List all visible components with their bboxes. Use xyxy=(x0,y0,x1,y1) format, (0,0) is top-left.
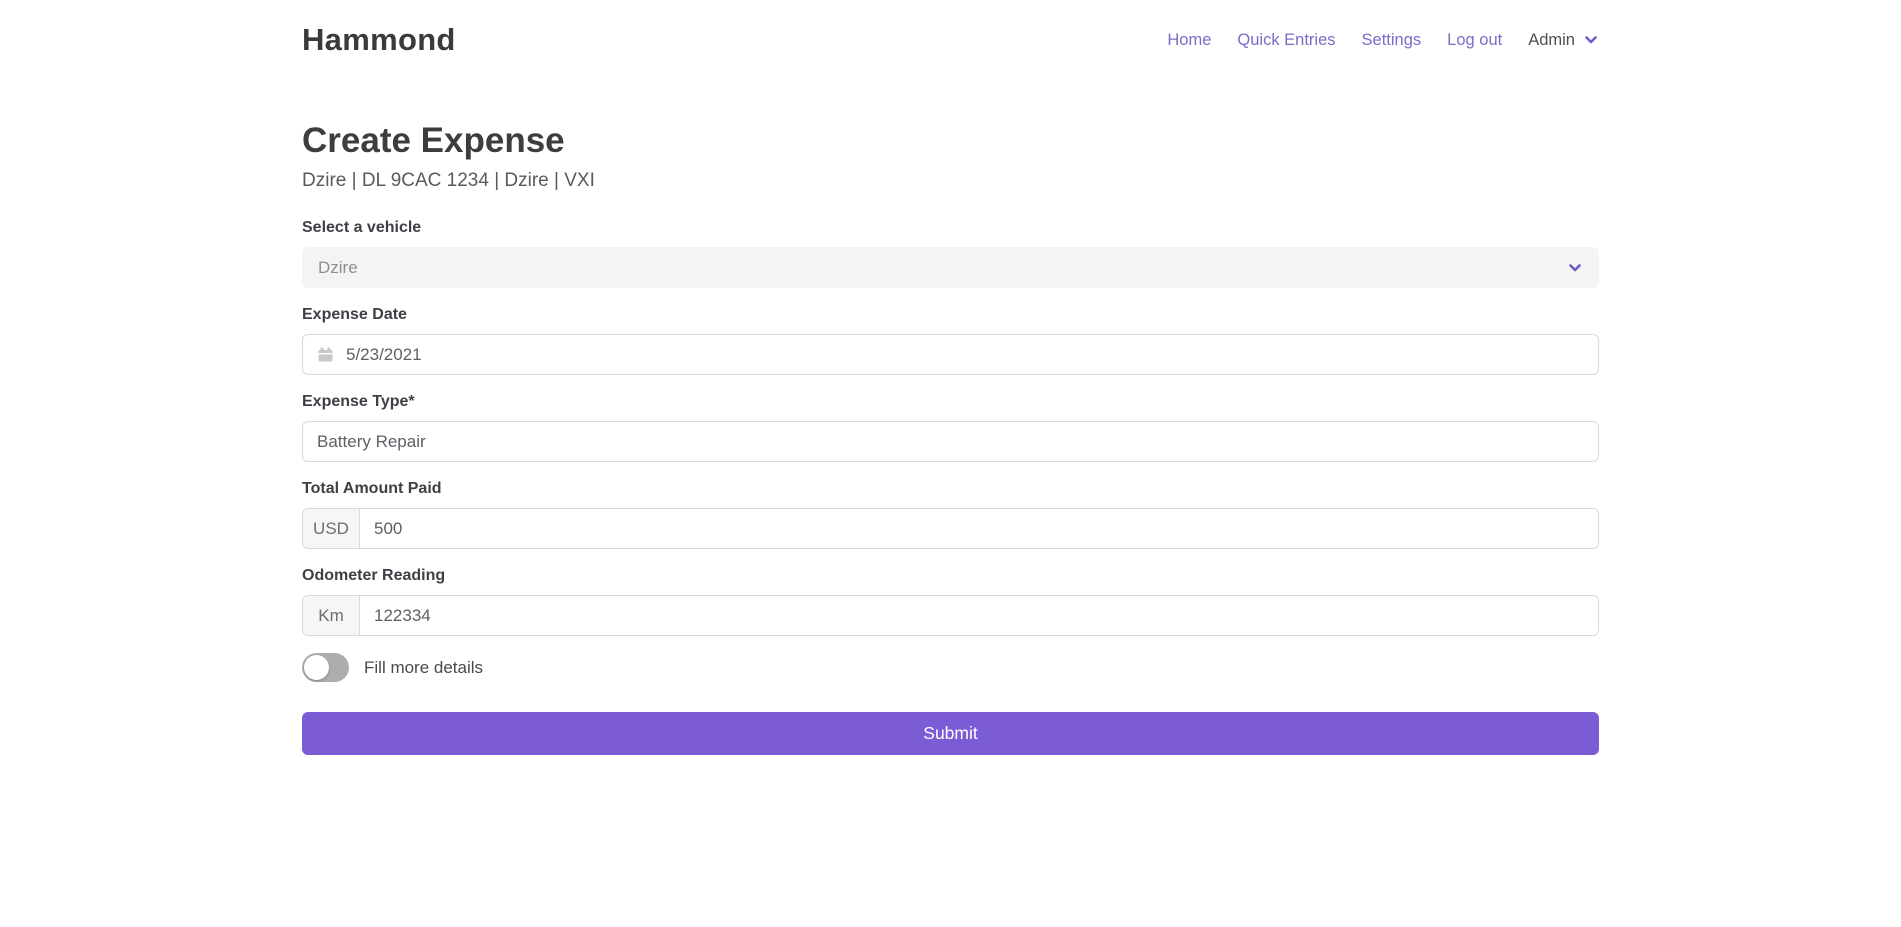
expense-date-label: Expense Date xyxy=(302,305,1599,324)
expense-date-field[interactable] xyxy=(302,334,1599,375)
calendar-icon xyxy=(317,346,334,363)
odometer-input[interactable] xyxy=(360,596,1598,635)
more-details-label: Fill more details xyxy=(364,658,483,678)
currency-prefix: USD xyxy=(303,509,360,548)
distance-unit-prefix: Km xyxy=(303,596,360,635)
page-container: Hammond Home Quick Entries Settings Log … xyxy=(302,0,1599,755)
vehicle-select-label: Select a vehicle xyxy=(302,218,1599,237)
expense-type-group: Expense Type* xyxy=(302,392,1599,462)
vehicle-select-group: Select a vehicle Dzire xyxy=(302,218,1599,288)
vehicle-select-value: Dzire xyxy=(318,258,358,278)
odometer-group: Odometer Reading Km xyxy=(302,566,1599,636)
vehicle-select[interactable]: Dzire xyxy=(302,247,1599,288)
total-amount-label: Total Amount Paid xyxy=(302,479,1599,498)
user-menu[interactable]: Admin xyxy=(1528,31,1599,50)
odometer-label: Odometer Reading xyxy=(302,566,1599,585)
total-amount-group: Total Amount Paid USD xyxy=(302,479,1599,549)
expense-date-input[interactable] xyxy=(346,335,1584,374)
main-content: Create Expense Dzire | DL 9CAC 1234 | Dz… xyxy=(302,120,1599,755)
main-nav: Home Quick Entries Settings Log out Admi… xyxy=(1167,31,1599,50)
create-expense-form: Select a vehicle Dzire Expense Date xyxy=(302,218,1599,755)
nav-link-settings[interactable]: Settings xyxy=(1362,31,1422,50)
odometer-field: Km xyxy=(302,595,1599,636)
expense-type-input[interactable] xyxy=(302,421,1599,462)
expense-type-label: Expense Type* xyxy=(302,392,1599,411)
expense-date-group: Expense Date xyxy=(302,305,1599,375)
page-title: Create Expense xyxy=(302,120,1599,162)
nav-link-quick-entries[interactable]: Quick Entries xyxy=(1237,31,1335,50)
vehicle-summary: Dzire | DL 9CAC 1234 | Dzire | VXI xyxy=(302,170,1599,192)
chevron-down-icon xyxy=(1583,32,1599,48)
total-amount-input[interactable] xyxy=(360,509,1598,548)
submit-button[interactable]: Submit xyxy=(302,712,1599,755)
user-menu-label: Admin xyxy=(1528,31,1575,50)
nav-link-home[interactable]: Home xyxy=(1167,31,1211,50)
more-details-row: Fill more details xyxy=(302,653,1599,682)
chevron-down-icon xyxy=(1567,260,1583,276)
total-amount-field: USD xyxy=(302,508,1599,549)
nav-link-logout[interactable]: Log out xyxy=(1447,31,1502,50)
toggle-knob xyxy=(304,655,329,680)
app-logo[interactable]: Hammond xyxy=(302,22,456,58)
more-details-toggle[interactable] xyxy=(302,653,349,682)
top-navbar: Hammond Home Quick Entries Settings Log … xyxy=(302,0,1599,58)
